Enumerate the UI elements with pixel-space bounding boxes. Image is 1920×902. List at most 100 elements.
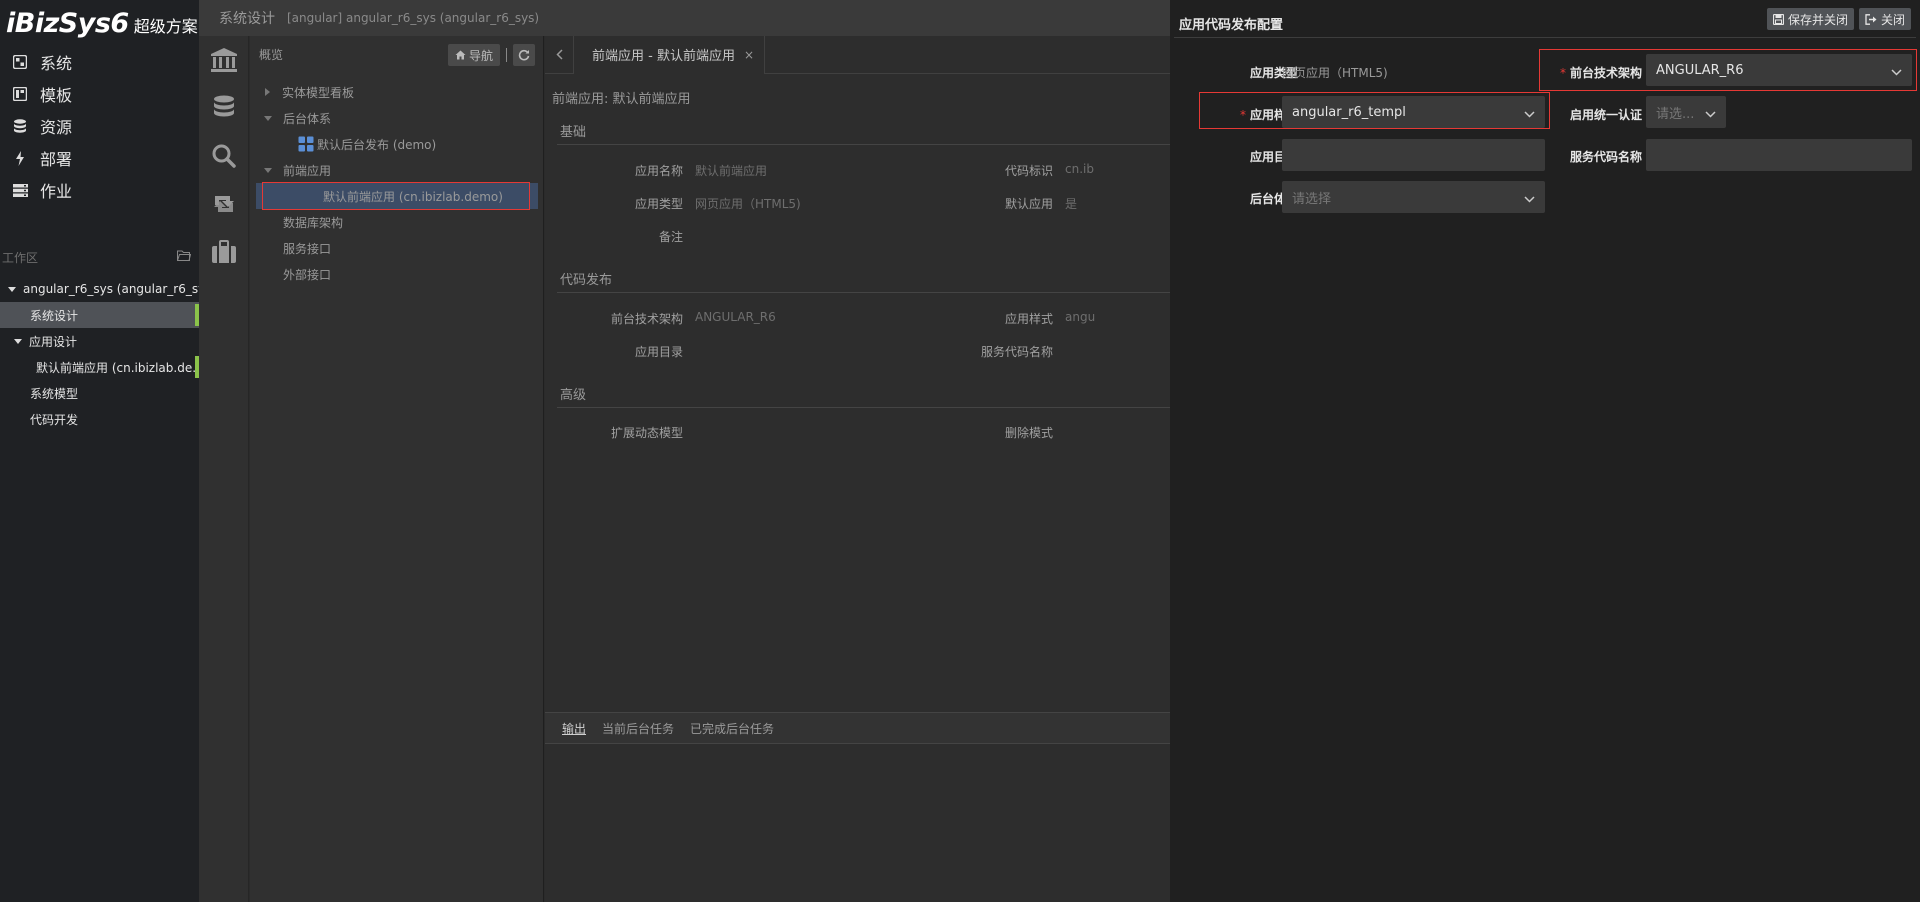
workspace-item-app-design[interactable]: 应用设计 <box>0 328 199 354</box>
tree-panel-header: 概览 导航 <box>250 36 543 72</box>
save-and-close-label: 保存并关闭 <box>1787 12 1848 27</box>
unified-auth-placeholder: 请选... <box>1656 106 1695 122</box>
menu-item-label: 资源 <box>40 118 73 137</box>
unified-auth-select[interactable]: 请选... <box>1646 96 1726 128</box>
output-tab-output[interactable]: 输出 <box>562 720 586 737</box>
main-menu: 系统 模板 资源 部署 作业 <box>0 46 199 206</box>
tree-item-label: 实体模型看板 <box>282 85 355 100</box>
chevron-down-icon <box>1705 107 1716 122</box>
workspace-item-system[interactable]: angular_r6_sys (angular_r6_sys) <box>0 276 199 302</box>
tree-item-label: 默认前端应用 (cn.ibizlab.demo) <box>323 189 503 204</box>
nav-button[interactable]: 导航 <box>447 44 500 66</box>
menu-item-system[interactable]: 系统 <box>0 46 199 78</box>
field-label-app-style: 应用样式 <box>1004 312 1053 326</box>
menu-item-label: 模板 <box>40 86 73 105</box>
nav-button-label: 导航 <box>468 48 493 63</box>
config-label-svc-code: 服务代码名称 <box>1569 150 1642 164</box>
app-logo[interactable]: iBizSys6 超级方案 <box>6 8 198 42</box>
close-icon[interactable]: × <box>744 48 754 62</box>
overview-tree: 实体模型看板 后台体系 默认后台发布 (demo) 前端应用 默认前端应用 (c… <box>250 79 544 287</box>
output-tab-finished-jobs[interactable]: 已完成后台任务 <box>690 720 774 737</box>
briefcase-icon[interactable] <box>199 228 249 276</box>
caret-down-icon[interactable] <box>264 115 272 121</box>
tree-item-service-api[interactable]: 服务接口 <box>250 235 544 261</box>
field-value-app-style: angu <box>1065 310 1096 324</box>
chevron-down-icon <box>1524 192 1535 207</box>
field-label-code-id: 代码标识 <box>1004 164 1053 178</box>
caret-down-icon[interactable] <box>14 338 22 344</box>
page-title: 系统设计 <box>219 11 275 27</box>
tree-item-external-api[interactable]: 外部接口 <box>250 261 544 287</box>
svc-code-input[interactable] <box>1646 139 1912 171</box>
tree-item-db-schema[interactable]: 数据库架构 <box>250 209 544 235</box>
menu-item-deploy[interactable]: 部署 <box>0 142 199 174</box>
caret-right-icon[interactable] <box>265 88 270 96</box>
tab-label: 前端应用 - 默认前端应用 <box>592 49 735 64</box>
toolbar-divider <box>506 48 507 62</box>
tree-item-backend-system[interactable]: 后台体系 <box>250 105 544 131</box>
folder-open-icon[interactable] <box>177 250 192 264</box>
tree-item-default-frontend[interactable]: 默认前端应用 (cn.ibizlab.demo) <box>256 183 538 209</box>
workspace-header: 工作区 <box>0 247 199 267</box>
refresh-icon <box>518 49 530 61</box>
tree-item-label: 后台体系 <box>283 111 332 126</box>
left-navigation: iBizSys6 超级方案 系统 模板 资源 部署 作业 工作区 angular… <box>0 0 199 902</box>
app-dir-input[interactable] <box>1282 139 1545 171</box>
tree-item-label: 前端应用 <box>283 163 332 178</box>
close-label: 关闭 <box>1880 12 1905 27</box>
tree-panel-toolbar: 导航 <box>447 44 535 66</box>
workspace-item-system-model[interactable]: 系统模型 <box>0 380 199 406</box>
save-icon <box>1772 13 1784 25</box>
tool-icon-column <box>199 36 249 902</box>
bank-icon[interactable] <box>199 36 249 84</box>
caret-down-icon[interactable] <box>264 167 272 173</box>
group-title-code-release: 代码发布 <box>560 273 613 288</box>
workspace-item-system-design[interactable]: 系统设计 <box>0 302 199 328</box>
tree-item-default-backend[interactable]: 默认后台发布 (demo) <box>250 131 544 157</box>
database-icon[interactable] <box>199 84 249 132</box>
config-label-front-arch: * 前台技术架构 <box>1542 64 1642 81</box>
field-label-remark: 备注 <box>658 230 683 244</box>
save-and-close-button[interactable]: 保存并关闭 <box>1766 8 1854 30</box>
database-icon <box>12 118 28 134</box>
workspace-item-label: 应用设计 <box>29 334 78 349</box>
dashboard-icon <box>12 54 28 70</box>
refresh-button[interactable] <box>513 44 535 66</box>
tree-item-label: 外部接口 <box>283 267 332 282</box>
chevron-down-icon <box>1524 107 1535 122</box>
output-tab-current-jobs[interactable]: 当前后台任务 <box>602 720 674 737</box>
tree-item-frontend-app[interactable]: 前端应用 <box>250 157 544 183</box>
logo-sub-text: 超级方案 <box>133 17 198 36</box>
tree-item-entity-board[interactable]: 实体模型看板 <box>250 79 544 105</box>
detail-body: 前端应用: 默认前端应用 基础 应用名称 默认前端应用 代码标识 cn.ib 应… <box>545 74 1170 700</box>
front-arch-select[interactable]: ANGULAR_R6 <box>1646 54 1912 86</box>
workspace-item-label: angular_r6_sys (angular_r6_sys) <box>23 282 199 296</box>
field-value-app-name: 默认前端应用 <box>695 164 768 178</box>
required-mark: * <box>1239 108 1246 122</box>
menu-item-job[interactable]: 作业 <box>0 174 199 206</box>
field-value-app-type: 网页应用（HTML5) <box>695 197 801 211</box>
app-style-select[interactable]: angular_r6_templ <box>1282 96 1545 128</box>
search-icon[interactable] <box>199 132 249 180</box>
backend-placeholder: 请选择 <box>1292 191 1332 207</box>
close-button[interactable]: 关闭 <box>1858 8 1911 30</box>
caret-down-icon[interactable] <box>8 286 16 292</box>
workspace-item-default-frontend[interactable]: 默认前端应用 (cn.ibizlab.de... <box>0 354 199 380</box>
backend-select[interactable]: 请选择 <box>1282 181 1545 213</box>
field-value-default-app: 是 <box>1065 197 1078 211</box>
workspace-item-code-dev[interactable]: 代码开发 <box>0 406 199 432</box>
detail-panel: 前端应用 - 默认前端应用 × 前端应用: 默认前端应用 基础 应用名称 默认前… <box>545 35 1170 902</box>
tab-scroll-left-button[interactable] <box>545 36 573 74</box>
menu-item-template[interactable]: 模板 <box>0 78 199 110</box>
overview-tree-panel: 概览 导航 实体模型看板 后台体系 默认后台发布 (demo) 前端应用 默认前… <box>250 36 544 902</box>
sign-out-icon <box>1865 13 1877 25</box>
code-release-config-panel: 应用代码发布配置 保存并关闭 关闭 应用类型 网页应用（HTML5) * 前台技术… <box>1170 0 1920 902</box>
top-bar: 系统设计 [angular] angular_r6_sys (angular_r… <box>199 0 1170 36</box>
menu-item-resource[interactable]: 资源 <box>0 110 199 142</box>
tab-default-frontend[interactable]: 前端应用 - 默认前端应用 × <box>573 35 766 74</box>
retweet-icon[interactable] <box>199 180 249 228</box>
workspace-label: 工作区 <box>2 250 39 265</box>
server-icon <box>12 182 28 198</box>
field-label-ext-model: 扩展动态模型 <box>610 426 683 440</box>
tree-item-label: 默认后台发布 (demo) <box>317 137 437 152</box>
